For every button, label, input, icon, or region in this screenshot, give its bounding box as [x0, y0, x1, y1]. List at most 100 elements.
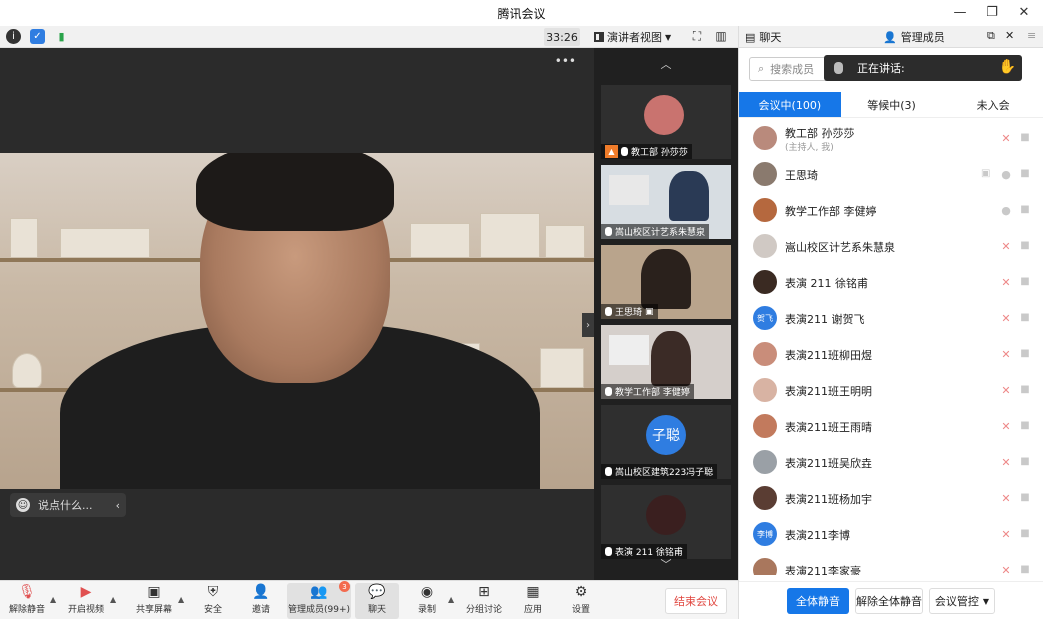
mic-muted-icon[interactable]: ✕	[1001, 384, 1011, 397]
member-name: 表演 211 徐铭甫	[785, 277, 868, 290]
video-off-icon[interactable]: ■	[1019, 276, 1031, 287]
list-item[interactable]: 嵩山校区计艺系朱慧泉 ✕ ■	[739, 228, 1043, 264]
mic-muted-icon[interactable]: ✕	[1001, 240, 1011, 253]
more-options-icon[interactable]: •••	[555, 54, 576, 68]
breakout-label: 分组讨论	[465, 605, 502, 615]
list-item[interactable]: 表演 211 徐铭甫 ✕ ■	[739, 264, 1043, 300]
caret-up-icon[interactable]: ▲	[178, 595, 184, 604]
signal-icon[interactable]: ▮	[54, 29, 69, 44]
apps-button[interactable]: ▦ 应用	[518, 583, 548, 619]
tab-chat[interactable]: ▤ 聊天	[745, 29, 781, 45]
mic-muted-icon[interactable]: ✕	[1001, 564, 1011, 576]
participant-thumbnail[interactable]: 嵩山校区计艺系朱慧泉	[601, 165, 731, 239]
meeting-timer: 33:26	[544, 28, 580, 46]
chat-icon: 💬	[368, 584, 386, 600]
breakout-button[interactable]: ⊞ 分组讨论	[462, 583, 506, 619]
close-icon[interactable]: ✕	[1005, 29, 1014, 42]
video-off-icon[interactable]: ■	[1019, 564, 1031, 575]
video-off-icon[interactable]: ■	[1019, 132, 1031, 143]
mic-muted-icon[interactable]: ✕	[1001, 456, 1011, 469]
list-item[interactable]: 教工部 孙莎莎 (主持人, 我) ✕ ■	[739, 120, 1043, 156]
restore-icon[interactable]: ❐	[985, 4, 999, 20]
caret-up-icon[interactable]: ▲	[448, 595, 454, 604]
mic-icon[interactable]: ●	[1001, 168, 1011, 181]
video-off-icon[interactable]: ■	[1019, 528, 1031, 539]
list-item[interactable]: 王思琦 ▣ ● ■	[739, 156, 1043, 192]
video-off-icon[interactable]: ■	[1019, 384, 1031, 395]
raise-hand-icon[interactable]: ✋	[999, 59, 1016, 75]
tab-members[interactable]: 👤 管理成员	[883, 29, 945, 45]
participant-thumbnail[interactable]: 子聪 嵩山校区建筑223冯子聪	[601, 405, 731, 479]
list-item[interactable]: 表演211李家豪 ✕ ■	[739, 552, 1043, 575]
video-off-icon[interactable]: ■	[1019, 492, 1031, 503]
video-off-icon[interactable]: ■	[1019, 456, 1031, 467]
mic-icon[interactable]: ●	[1001, 204, 1011, 217]
fullscreen-icon[interactable]: ⛶	[690, 29, 704, 43]
emoji-icon[interactable]: ☺	[16, 498, 30, 512]
invite-button[interactable]: 👤 邀请	[246, 583, 276, 619]
close-icon[interactable]: ✕	[1017, 4, 1031, 20]
video-off-icon[interactable]: ■	[1019, 312, 1031, 323]
unmute-all-button[interactable]: 解除全体静音	[855, 588, 923, 614]
mute-all-button[interactable]: 全体静音	[787, 588, 849, 614]
sidebar-toggle-icon[interactable]: ▥	[714, 29, 728, 43]
thumbnail-strip: ︿ ▲ 教工部 孙莎莎 嵩山校区计艺系朱慧泉 王思琦 ▣ 教学工作部 李健婷 子…	[594, 48, 738, 580]
list-item[interactable]: 表演211班王明明 ✕ ■	[739, 372, 1043, 408]
mic-muted-icon[interactable]: ✕	[1001, 528, 1011, 541]
list-item[interactable]: 李博 表演211李博 ✕ ■	[739, 516, 1043, 552]
caret-up-icon[interactable]: ▲	[50, 595, 56, 604]
panel-tabs: ▤ 聊天 👤 管理成员 ⧉ ✕ ≡	[739, 26, 1043, 48]
list-item[interactable]: 教学工作部 李健婷 ● ■	[739, 192, 1043, 228]
video-off-icon[interactable]: ■	[1019, 348, 1031, 359]
list-item[interactable]: 表演211班柳田煜 ✕ ■	[739, 336, 1043, 372]
video-off-icon[interactable]: ■	[1019, 240, 1031, 251]
unmute-button[interactable]: 🎙 解除静音	[8, 583, 46, 619]
manage-members-button[interactable]: 👥 3 管理成员(99+)	[287, 581, 351, 619]
mic-muted-icon[interactable]: ✕	[1001, 276, 1011, 289]
participant-thumbnail[interactable]: 王思琦 ▣	[601, 245, 731, 319]
video-off-icon[interactable]: ■	[1019, 168, 1031, 179]
end-meeting-button[interactable]: 结束会议	[665, 588, 727, 614]
participant-thumbnail[interactable]: ▲ 教工部 孙莎莎	[601, 85, 731, 159]
tab-not-joined[interactable]: 未入会	[942, 92, 1043, 117]
info-icon[interactable]: i	[6, 29, 21, 44]
video-button[interactable]: ▶ 开启视频	[66, 583, 106, 619]
tab-waiting[interactable]: 等候中(3)	[841, 92, 943, 117]
share-screen-button[interactable]: ▣ 共享屏幕	[134, 583, 174, 619]
participant-thumbnail[interactable]: 教学工作部 李健婷	[601, 325, 731, 399]
list-item[interactable]: 表演211班吴欣垚 ✕ ■	[739, 444, 1043, 480]
mic-muted-icon[interactable]: ✕	[1001, 420, 1011, 433]
mic-icon	[834, 62, 843, 74]
menu-icon[interactable]: ≡	[1027, 29, 1036, 42]
window-title: 腾讯会议	[497, 6, 546, 21]
collapse-thumbnails-button[interactable]: ›	[582, 313, 594, 337]
person-image	[651, 331, 691, 386]
popout-icon[interactable]: ⧉	[987, 29, 995, 43]
chevron-left-icon[interactable]: ‹	[116, 499, 120, 512]
list-item[interactable]: 表演211班王雨晴 ✕ ■	[739, 408, 1043, 444]
members-badge: 3	[339, 581, 350, 592]
mic-muted-icon[interactable]: ✕	[1001, 492, 1011, 505]
caret-up-icon[interactable]: ▲	[110, 595, 116, 604]
list-item[interactable]: 表演211班杨加宇 ✕ ■	[739, 480, 1043, 516]
chat-button[interactable]: 💬 聊天	[355, 583, 399, 619]
shield-icon[interactable]: ✓	[30, 29, 45, 44]
video-off-icon[interactable]: ■	[1019, 204, 1031, 215]
meeting-control-button[interactable]: 会议管控 ▼	[929, 588, 995, 614]
security-button[interactable]: ⛨ 安全	[198, 583, 228, 619]
mic-muted-icon[interactable]: ✕	[1001, 312, 1011, 325]
record-label: 录制	[417, 605, 436, 615]
quick-chat-input[interactable]: ☺ 说点什么... ‹	[10, 493, 126, 517]
settings-button[interactable]: ⚙ 设置	[566, 583, 596, 619]
participant-thumbnail[interactable]: 表演 211 徐铭甫	[601, 485, 731, 559]
tab-in-meeting[interactable]: 会议中(100)	[739, 92, 841, 117]
view-mode-button[interactable]: 演讲者视图 ▼	[594, 28, 671, 46]
video-off-icon[interactable]: ■	[1019, 420, 1031, 431]
chevron-up-icon[interactable]: ︿	[594, 54, 738, 74]
minimize-icon[interactable]: —	[953, 4, 967, 20]
record-button[interactable]: ◉ 录制	[412, 583, 442, 619]
mic-muted-icon[interactable]: ✕	[1001, 348, 1011, 361]
list-item[interactable]: 贺飞 表演211 谢贺飞 ✕ ■	[739, 300, 1043, 336]
chevron-down-icon[interactable]: ﹀	[594, 554, 738, 574]
mic-muted-icon[interactable]: ✕	[1001, 132, 1011, 145]
